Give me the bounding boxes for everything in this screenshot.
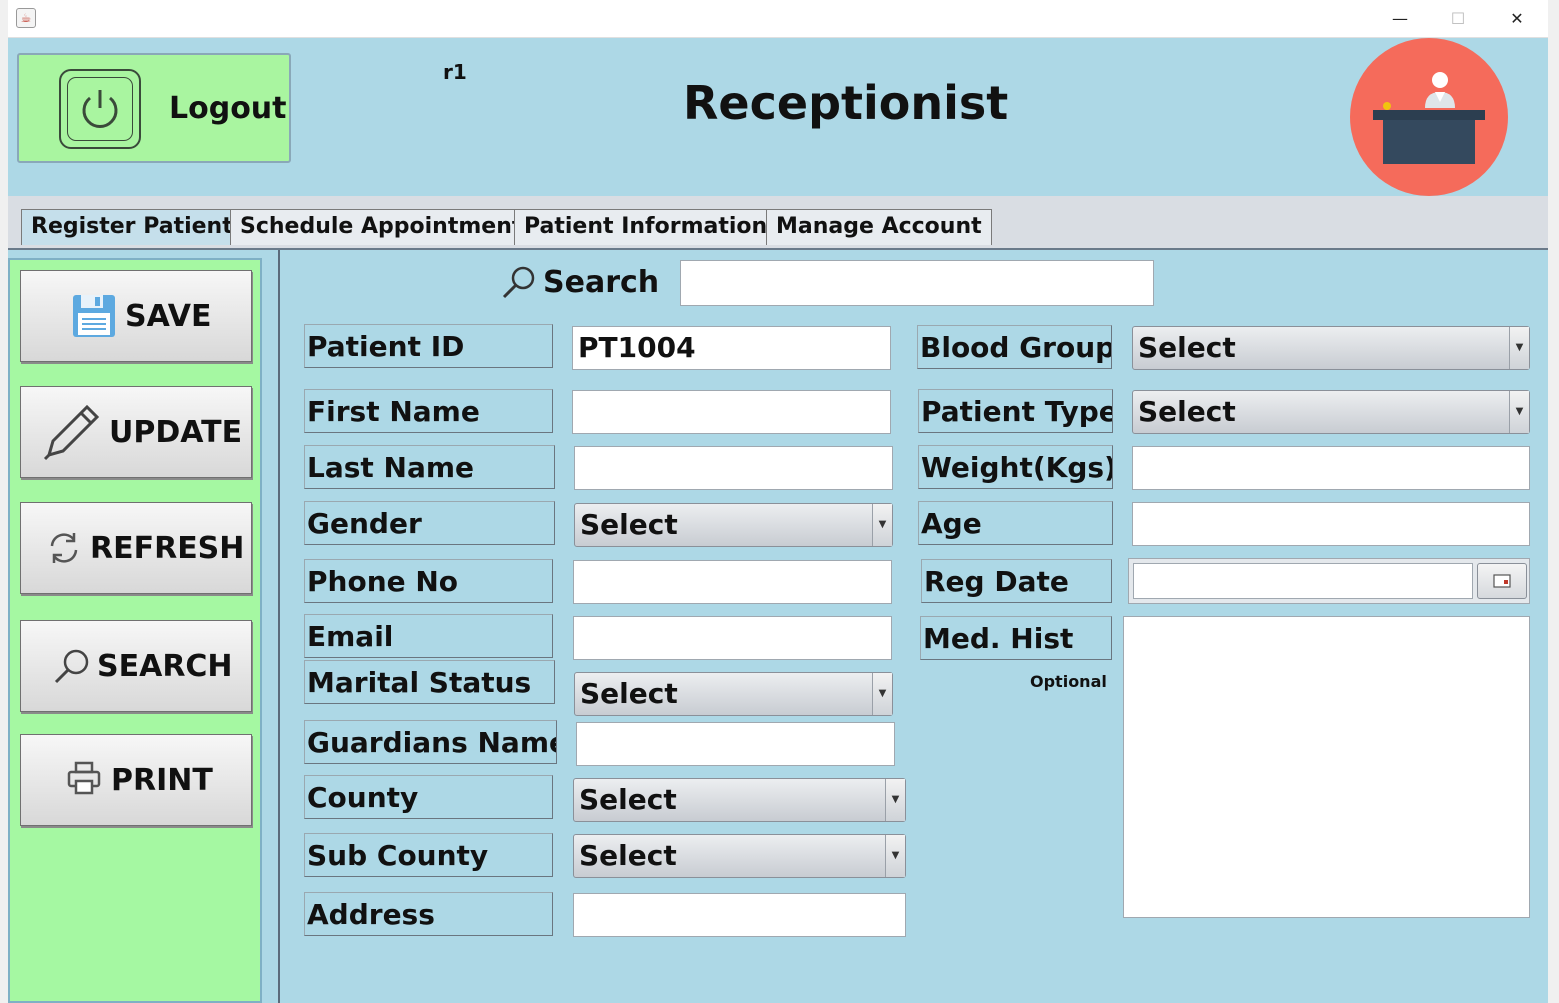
update-label: UPDATE [109, 415, 243, 450]
maximize-button[interactable]: ☐ [1438, 6, 1478, 32]
last-name-field[interactable] [574, 446, 893, 490]
patient-type-value: Select [1138, 395, 1236, 428]
patient-type-label: Patient Type [918, 389, 1113, 433]
close-button[interactable]: ✕ [1497, 6, 1537, 32]
marital-status-value: Select [580, 677, 678, 710]
weight-label: Weight(Kgs) [918, 445, 1113, 489]
optional-note: Optional [1030, 672, 1107, 691]
panel-divider [278, 250, 280, 1003]
search-input[interactable] [680, 260, 1154, 306]
tab-schedule-appointment[interactable]: Schedule Appointment [230, 209, 533, 245]
age-label: Age [918, 501, 1113, 545]
last-name-label: Last Name [304, 445, 555, 489]
med-hist-label: Med. Hist [920, 616, 1112, 660]
chevron-down-icon: ▼ [885, 835, 905, 877]
logout-label: Logout [169, 91, 287, 126]
chevron-down-icon: ▼ [872, 504, 892, 546]
address-label: Address [304, 892, 553, 936]
phone-field[interactable] [573, 560, 892, 604]
email-field[interactable] [573, 616, 892, 660]
printer-icon [67, 761, 101, 799]
marital-status-select[interactable]: Select ▼ [574, 672, 893, 716]
blood-group-select[interactable]: Select ▼ [1132, 326, 1530, 370]
pencil-icon [41, 401, 103, 467]
reg-date-label: Reg Date [921, 559, 1112, 603]
save-button[interactable]: SAVE [20, 270, 252, 362]
gender-select-value: Select [580, 508, 678, 541]
tab-bar: Register Patient Schedule Appointment Pa… [8, 196, 1548, 250]
chevron-down-icon: ▼ [1509, 391, 1529, 433]
age-field[interactable] [1132, 502, 1530, 546]
java-app-icon: ☕ [16, 8, 36, 28]
search-label: Search [543, 265, 660, 300]
gender-select[interactable]: Select ▼ [574, 503, 893, 547]
blood-group-label: Blood Group [917, 325, 1112, 369]
email-label: Email [304, 614, 553, 658]
blood-group-value: Select [1138, 331, 1236, 364]
chevron-down-icon: ▼ [872, 673, 892, 715]
search-button[interactable]: SEARCH [20, 620, 252, 712]
receptionist-icon [1349, 38, 1509, 196]
register-patient-panel: SAVE UPDATE REFRESH SEARCH PRINT Search … [8, 250, 1548, 1003]
weight-field[interactable] [1132, 446, 1530, 490]
guardians-name-field[interactable] [576, 722, 895, 766]
guardians-name-label: Guardians Name [304, 720, 557, 764]
floppy-disk-icon [71, 293, 117, 343]
magnifier-icon [53, 647, 91, 689]
county-label: County [304, 775, 553, 819]
county-select-value: Select [579, 783, 677, 816]
patient-id-label: Patient ID [304, 324, 553, 368]
tab-register-patient[interactable]: Register Patient [21, 209, 243, 245]
window-titlebar: ☕ — ☐ ✕ [8, 0, 1548, 38]
page-title: Receptionist [683, 76, 1009, 130]
first-name-field[interactable] [572, 390, 891, 434]
minimize-button[interactable]: — [1380, 6, 1420, 32]
refresh-button[interactable]: REFRESH [20, 502, 252, 594]
reg-date-field[interactable] [1133, 563, 1473, 599]
marital-status-label: Marital Status [304, 660, 555, 704]
med-hist-textarea[interactable] [1123, 616, 1530, 918]
reg-date-picker [1128, 558, 1530, 604]
search-label: SEARCH [97, 649, 233, 684]
patient-type-select[interactable]: Select ▼ [1132, 390, 1530, 434]
update-button[interactable]: UPDATE [20, 386, 252, 478]
chevron-down-icon: ▼ [885, 779, 905, 821]
print-button[interactable]: PRINT [20, 734, 252, 826]
refresh-icon [47, 531, 81, 569]
address-field[interactable] [573, 893, 906, 937]
header-panel: Logout r1 Receptionist [8, 38, 1548, 196]
refresh-label: REFRESH [90, 531, 245, 566]
county-select[interactable]: Select ▼ [573, 778, 906, 822]
power-icon [59, 69, 141, 149]
first-name-label: First Name [304, 389, 553, 433]
chevron-down-icon: ▼ [1509, 327, 1529, 369]
print-label: PRINT [111, 763, 213, 798]
username-label: r1 [443, 60, 467, 84]
logout-button[interactable]: Logout [17, 53, 291, 163]
sub-county-select-value: Select [579, 839, 677, 872]
patient-id-field[interactable]: PT1004 [572, 326, 891, 370]
calendar-button[interactable] [1477, 563, 1527, 599]
sub-county-label: Sub County [304, 833, 553, 877]
sub-county-select[interactable]: Select ▼ [573, 834, 906, 878]
phone-label: Phone No [304, 559, 553, 603]
tab-manage-account[interactable]: Manage Account [766, 209, 992, 245]
tab-patient-information[interactable]: Patient Information [514, 209, 778, 245]
gender-label: Gender [304, 501, 555, 545]
action-sidebar: SAVE UPDATE REFRESH SEARCH PRINT [8, 258, 262, 1003]
save-label: SAVE [125, 299, 212, 334]
search-icon [501, 264, 537, 304]
calendar-icon [1493, 574, 1511, 588]
